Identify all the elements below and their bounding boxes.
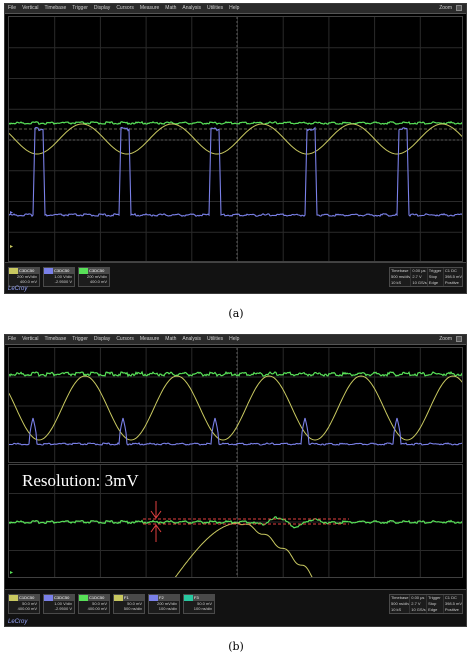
- oscilloscope-screen-b: File Vertical Timebase Trigger Display C…: [4, 334, 467, 627]
- blue-channel-marker: ▸: [10, 210, 13, 216]
- caption-b: (b): [228, 640, 244, 653]
- status-bar-b: C1DC50 50.0 mV 400.00 mV C3DC50 1.00 V/d…: [5, 589, 466, 626]
- yellow-sine-trace: [9, 123, 462, 155]
- menu-utilities[interactable]: Utilities: [204, 4, 226, 13]
- menu-vertical[interactable]: Vertical: [19, 335, 41, 344]
- channel-descriptor[interactable]: C1DC50 50.0 mV 400.00 mV: [8, 594, 40, 614]
- math-descriptor[interactable]: F3 50.0 mV 100 ns/div: [183, 594, 215, 614]
- channel-descriptor[interactable]: C3DC50 1.00 V/div -2.9500 V: [43, 267, 75, 287]
- waveform-grid-a: ▸ ▸: [8, 16, 463, 262]
- oscilloscope-screen-a: File Vertical Timebase Trigger Display C…: [4, 3, 467, 294]
- zoom-button[interactable]: Zoom: [439, 335, 452, 344]
- menu-trigger[interactable]: Trigger: [69, 335, 91, 344]
- waveform-display-a: ▸ ▸: [9, 17, 462, 261]
- menu-math[interactable]: Math: [162, 335, 179, 344]
- lecroy-logo: LeCroy: [8, 286, 28, 292]
- menu-vertical[interactable]: Vertical: [19, 4, 41, 13]
- menu-bar: File Vertical Timebase Trigger Display C…: [5, 4, 466, 14]
- menu-timebase[interactable]: Timebase: [41, 4, 69, 13]
- menu-measure[interactable]: Measure: [137, 335, 162, 344]
- channel-descriptor[interactable]: C3DC50 200 mV/div 400.0 mV: [78, 267, 110, 287]
- menu-measure[interactable]: Measure: [137, 4, 162, 13]
- zoom-button[interactable]: Zoom: [439, 4, 452, 13]
- menu-cursors[interactable]: Cursors: [113, 335, 137, 344]
- menu-file[interactable]: File: [5, 335, 19, 344]
- waveform-grid-b-lower: ▸ Resolution: 3mV: [8, 464, 463, 578]
- menu-cursors[interactable]: Cursors: [113, 4, 137, 13]
- menu-timebase[interactable]: Timebase: [41, 335, 69, 344]
- menu-trigger[interactable]: Trigger: [69, 4, 91, 13]
- timebase-trigger-panel[interactable]: Timebase 500 ns/div 10 kS 0.00 μs 2.7 V 10 G…: [389, 594, 463, 614]
- caption-a: (a): [228, 307, 244, 320]
- menu-display[interactable]: Display: [91, 4, 113, 13]
- green-trace: [9, 370, 462, 378]
- green-trace: [9, 120, 462, 126]
- resolution-label: Resolution: 3mV: [22, 471, 139, 490]
- waveform-grid-b-upper: [8, 347, 463, 463]
- menu-help[interactable]: Help: [226, 4, 242, 13]
- menu-math[interactable]: Math: [162, 4, 179, 13]
- menu-help[interactable]: Help: [226, 335, 242, 344]
- close-icon[interactable]: [456, 5, 462, 11]
- lecroy-logo: LeCroy: [8, 619, 28, 625]
- menu-analysis[interactable]: Analysis: [179, 335, 204, 344]
- close-icon[interactable]: [456, 336, 462, 342]
- channel-descriptor[interactable]: C3DC50 200 mV/div 400.0 mV: [8, 267, 40, 287]
- math-descriptor[interactable]: F1 50.0 mV 500 ns/div: [113, 594, 145, 614]
- channel-descriptor[interactable]: C1DC50 50.0 mV 400.00 mV: [78, 594, 110, 614]
- menu-bar: File Vertical Timebase Trigger Display C…: [5, 335, 466, 345]
- math-descriptor[interactable]: F2 200 mV/div 100 ns/div: [148, 594, 180, 614]
- timebase-trigger-panel[interactable]: Timebase 500 ms/div 10 kS 0.00 μs 2.7 V 10 G…: [389, 267, 463, 287]
- status-bar-a: C3DC50 200 mV/div 400.0 mV C3DC50 1.00 V…: [5, 262, 466, 293]
- menu-analysis[interactable]: Analysis: [179, 4, 204, 13]
- menu-utilities[interactable]: Utilities: [204, 335, 226, 344]
- menu-display[interactable]: Display: [91, 335, 113, 344]
- channel-descriptor[interactable]: C3DC50 1.00 V/div -2.9500 V: [43, 594, 75, 614]
- green-channel-marker: ▸: [10, 570, 13, 576]
- blue-pulse-trace: [9, 126, 462, 218]
- yellow-channel-marker: ▸: [10, 244, 13, 250]
- blue-pulse-trace: [9, 417, 462, 446]
- waveform-display-b-upper: [9, 348, 462, 462]
- menu-file[interactable]: File: [5, 4, 19, 13]
